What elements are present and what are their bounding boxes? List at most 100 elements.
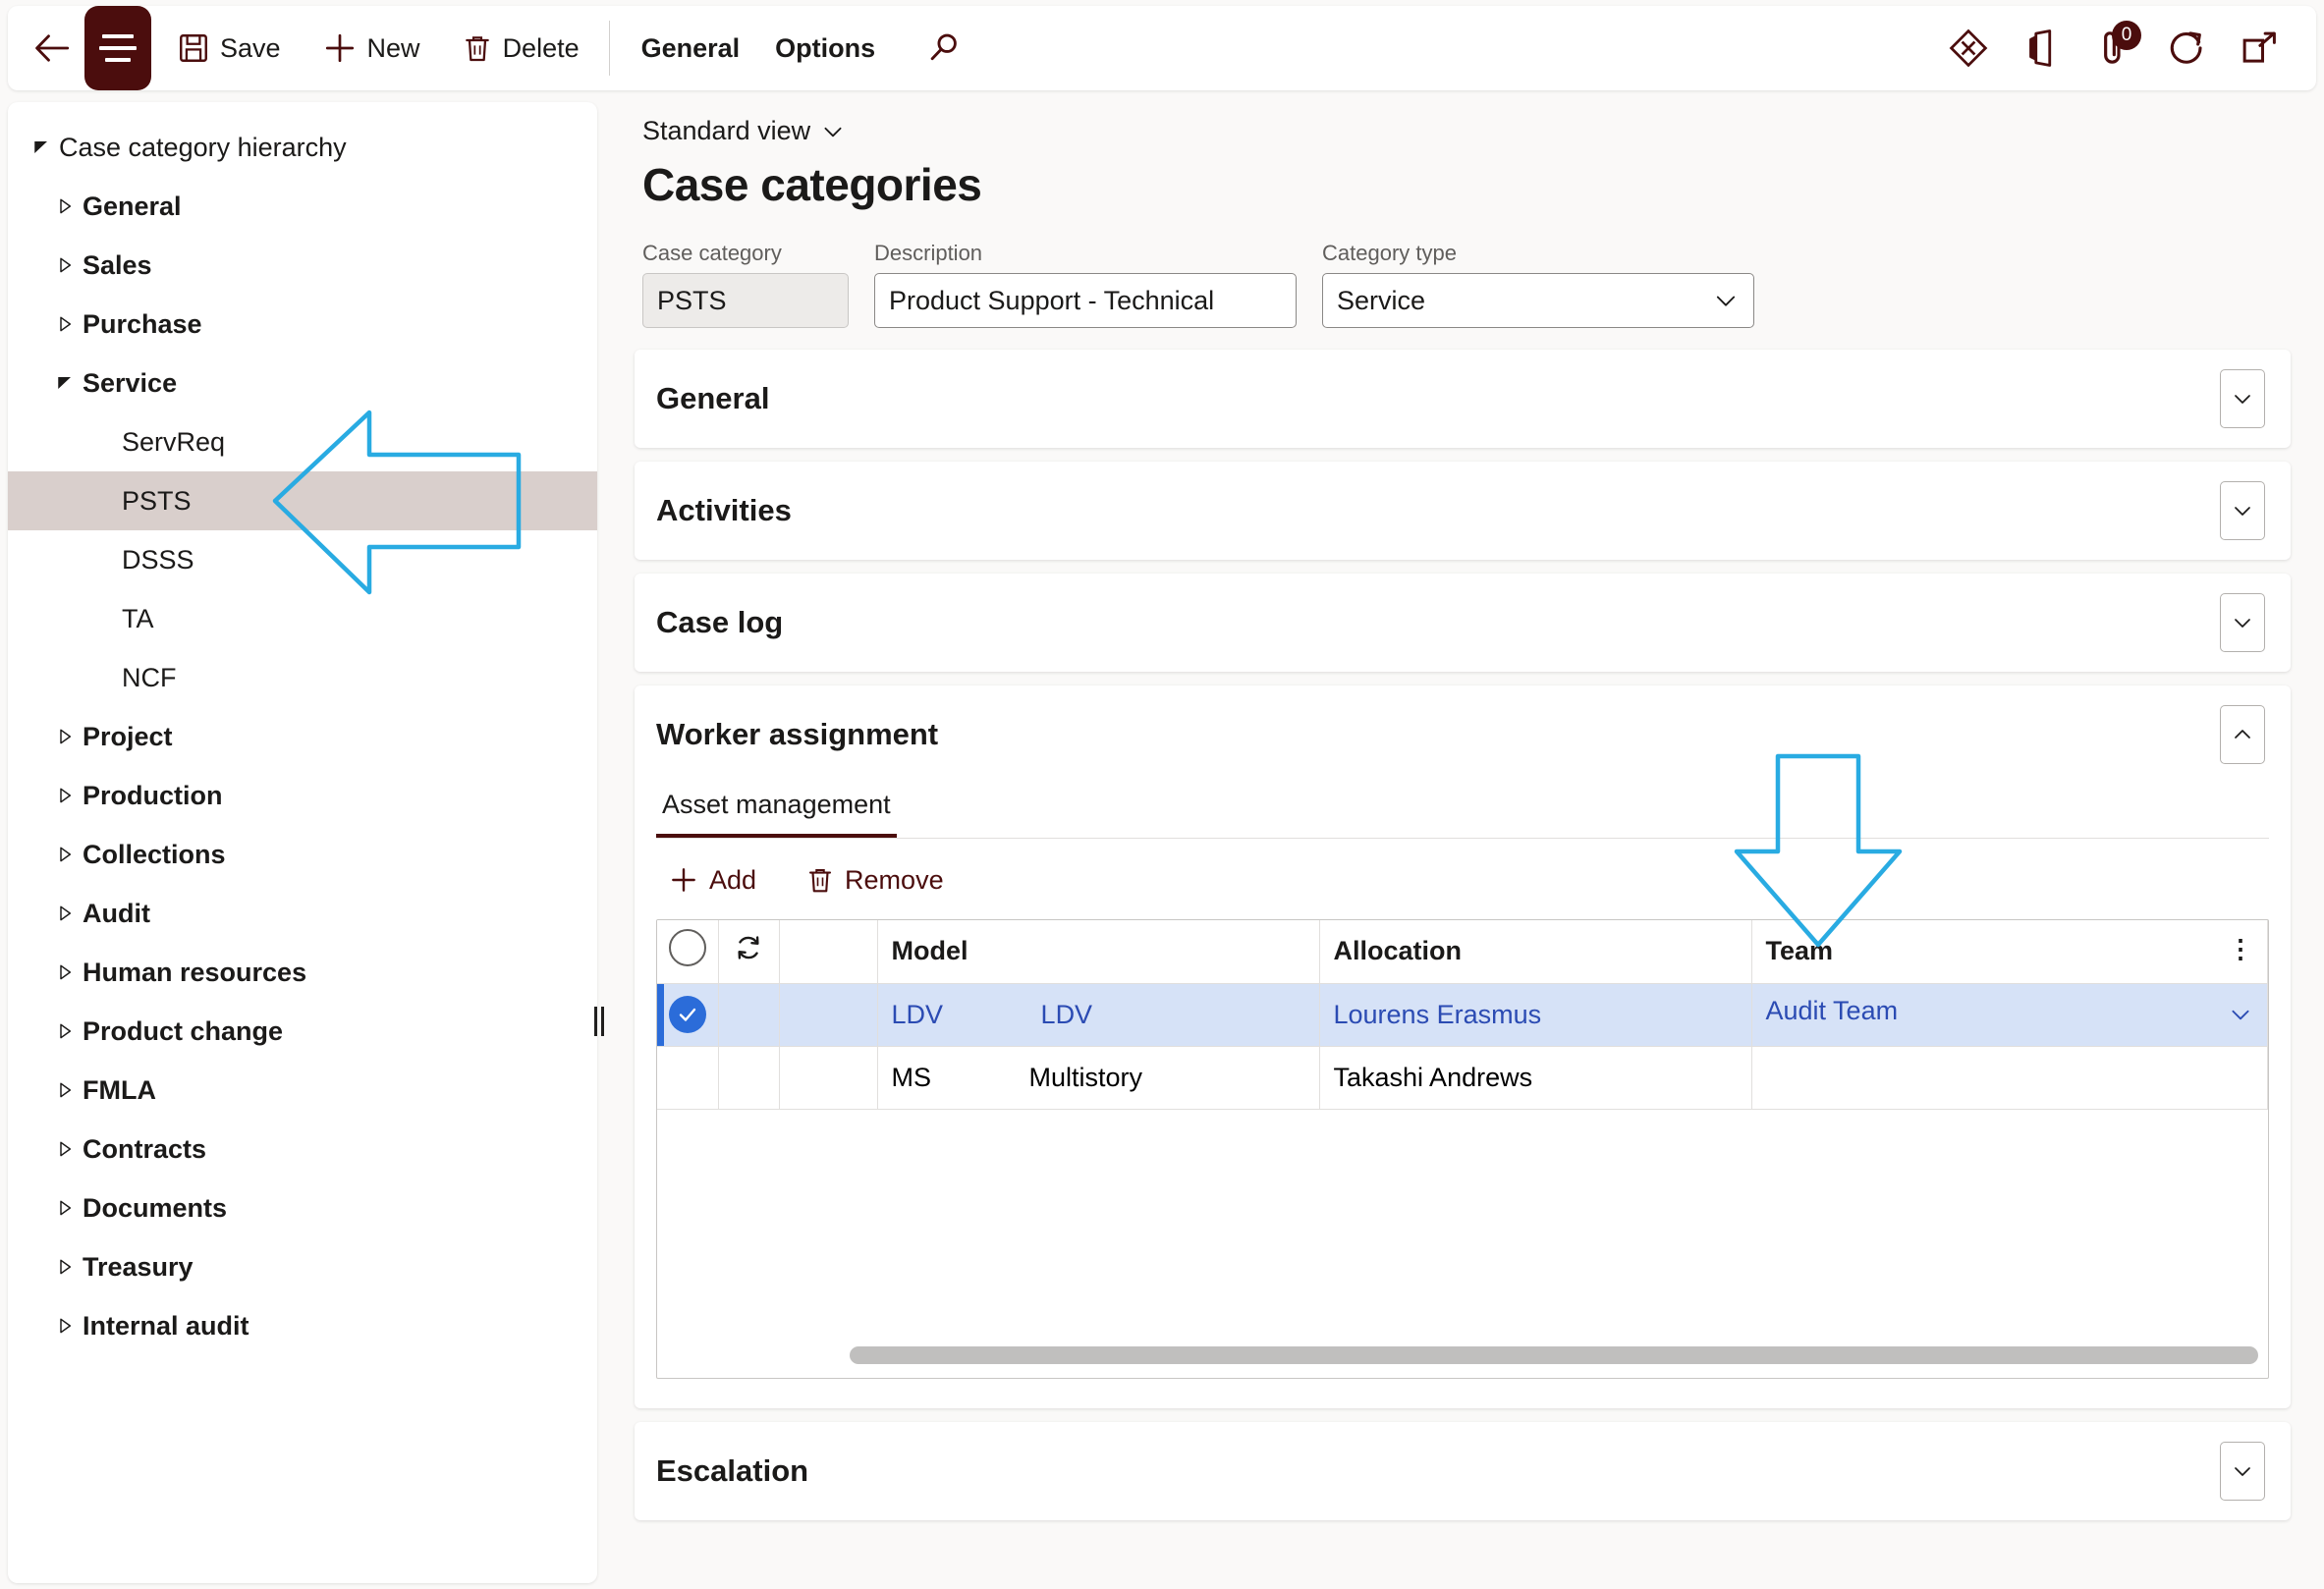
collapsed-triangle-icon[interactable] xyxy=(47,1141,83,1157)
dynamics-icon[interactable] xyxy=(1939,19,1998,78)
sidebar-item-dsss[interactable]: DSSS xyxy=(8,530,597,589)
category-type-select[interactable]: Service xyxy=(1322,273,1754,328)
view-selector[interactable]: Standard view xyxy=(642,116,846,146)
sidebar-item-collections[interactable]: Collections xyxy=(8,825,597,884)
section-case-log-header[interactable]: Case log xyxy=(635,574,2291,672)
sidebar-item-internal-audit[interactable]: Internal audit xyxy=(8,1296,597,1355)
cell-allocation[interactable]: Takashi Andrews xyxy=(1319,1046,1752,1110)
collapsed-triangle-icon[interactable] xyxy=(47,257,83,273)
sidebar-item-contracts[interactable]: Contracts xyxy=(8,1120,597,1178)
sidebar-item-project[interactable]: Project xyxy=(8,707,597,766)
tree-node-root[interactable]: Case category hierarchy xyxy=(8,118,597,177)
cell-team[interactable]: Audit Team xyxy=(1751,983,2268,1047)
column-team[interactable]: Team ⋮ xyxy=(1751,920,2268,984)
collapsed-triangle-icon[interactable] xyxy=(47,847,83,862)
sidebar-item-human-resources[interactable]: Human resources xyxy=(8,943,597,1002)
navigation-menu-button[interactable] xyxy=(84,6,151,90)
remove-label: Remove xyxy=(845,864,944,895)
section-escalation-header[interactable]: Escalation xyxy=(635,1422,2291,1520)
collapsed-triangle-icon[interactable] xyxy=(47,1082,83,1098)
chevron-down-icon[interactable] xyxy=(2220,1442,2265,1501)
table-row[interactable]: MS Multistory Takashi Andrews xyxy=(657,1046,2268,1110)
grid-horizontal-scrollbar[interactable] xyxy=(850,1346,2258,1364)
refresh-icon[interactable] xyxy=(2157,19,2216,78)
sidebar-item-label: Production xyxy=(83,780,223,810)
sidebar-item-servreq[interactable]: ServReq xyxy=(8,412,597,471)
triangle-right-icon xyxy=(60,257,72,273)
attachments-icon[interactable]: 0 xyxy=(2084,19,2143,78)
delete-button[interactable]: Delete xyxy=(446,18,595,79)
grid-options-kebab-icon[interactable]: ⋮ xyxy=(2228,936,2253,961)
sidebar-item-label: Collections xyxy=(83,839,226,869)
triangle-right-icon xyxy=(60,1023,72,1039)
new-button[interactable]: New xyxy=(306,18,436,79)
chevron-down-icon[interactable] xyxy=(2220,481,2265,540)
table-row[interactable]: LDV LDV Lourens Erasmus Audit Team xyxy=(657,983,2268,1047)
chevron-down-icon[interactable] xyxy=(2228,1002,2253,1034)
refresh-circular-arrow-icon xyxy=(2170,31,2202,64)
select-all-circle-icon[interactable] xyxy=(668,929,706,967)
column-row-refresh[interactable] xyxy=(718,920,780,984)
chevron-up-icon[interactable] xyxy=(2220,705,2265,764)
sidebar-item-fmla[interactable]: FMLA xyxy=(8,1061,597,1120)
save-button[interactable]: Save xyxy=(161,18,297,79)
case-category-input[interactable]: PSTS xyxy=(642,273,849,328)
search-button[interactable] xyxy=(914,19,973,78)
chevron-down-icon[interactable] xyxy=(2220,593,2265,652)
add-button[interactable]: Add xyxy=(660,860,764,900)
menu-general[interactable]: General xyxy=(624,18,758,79)
tab-asset-management[interactable]: Asset management xyxy=(656,784,897,838)
case-category-label: Case category xyxy=(642,241,782,265)
open-in-new-icon[interactable] xyxy=(2230,19,2289,78)
worker-assignment-grid: Model Allocation Team ⋮ LDV LDV Lourens … xyxy=(656,919,2269,1379)
cell-model[interactable]: LDV LDV xyxy=(877,983,1320,1047)
sidebar-item-treasury[interactable]: Treasury xyxy=(8,1237,597,1296)
collapsed-triangle-icon[interactable] xyxy=(47,1318,83,1334)
sidebar-item-documents[interactable]: Documents xyxy=(8,1178,597,1237)
back-button[interactable] xyxy=(22,18,83,79)
chevron-down-icon[interactable] xyxy=(2220,369,2265,428)
row-select-checkbox[interactable] xyxy=(657,983,719,1047)
description-input[interactable]: Product Support - Technical xyxy=(874,273,1297,328)
checkmark-icon[interactable] xyxy=(668,996,706,1033)
collapsed-triangle-icon[interactable] xyxy=(47,964,83,980)
column-model[interactable]: Model xyxy=(877,920,1320,984)
collapsed-triangle-icon[interactable] xyxy=(47,316,83,332)
collapsed-triangle-icon[interactable] xyxy=(47,198,83,214)
cell-team[interactable] xyxy=(1751,1046,2268,1110)
triangle-right-icon xyxy=(60,1318,72,1334)
column-allocation[interactable]: Allocation xyxy=(1319,920,1752,984)
sidebar-item-sales[interactable]: Sales xyxy=(8,236,597,295)
office-apps-icon[interactable] xyxy=(2012,19,2071,78)
column-select-all[interactable] xyxy=(657,920,719,984)
collapsed-triangle-icon[interactable] xyxy=(47,1200,83,1216)
sidebar-item-audit[interactable]: Audit xyxy=(8,884,597,943)
collapsed-triangle-icon[interactable] xyxy=(47,729,83,744)
panel-splitter-handle[interactable] xyxy=(593,1002,605,1041)
menu-options[interactable]: Options xyxy=(757,18,893,79)
expanded-triangle-icon[interactable] xyxy=(47,374,83,392)
expanded-triangle-icon[interactable] xyxy=(24,138,59,156)
row-select-checkbox[interactable] xyxy=(657,1046,719,1110)
section-general-header[interactable]: General xyxy=(635,350,2291,448)
remove-button[interactable]: Remove xyxy=(798,861,952,900)
sidebar-item-ncf[interactable]: NCF xyxy=(8,648,597,707)
sidebar-item-psts[interactable]: PSTS xyxy=(8,471,597,530)
cell-allocation[interactable]: Lourens Erasmus xyxy=(1319,983,1752,1047)
section-worker-assignment-header[interactable]: Worker assignment xyxy=(635,685,2291,784)
collapsed-triangle-icon[interactable] xyxy=(47,788,83,803)
sidebar-item-general[interactable]: General xyxy=(8,177,597,236)
sidebar-item-production[interactable]: Production xyxy=(8,766,597,825)
section-activities-header[interactable]: Activities xyxy=(635,462,2291,560)
collapsed-triangle-icon[interactable] xyxy=(47,1023,83,1039)
collapsed-triangle-icon[interactable] xyxy=(47,905,83,921)
sidebar-item-service[interactable]: Service xyxy=(8,354,597,412)
main-content: Standard view Case categories Case categ… xyxy=(609,102,2316,1589)
cell-model-name: Multistory xyxy=(1028,1062,1143,1092)
sidebar-item-product-change[interactable]: Product change xyxy=(8,1002,597,1061)
sidebar-item-purchase[interactable]: Purchase xyxy=(8,295,597,354)
collapsed-triangle-icon[interactable] xyxy=(47,1259,83,1275)
sidebar-item-ta[interactable]: TA xyxy=(8,589,597,648)
cell-model[interactable]: MS Multistory xyxy=(877,1046,1320,1110)
sidebar-item-label: Internal audit xyxy=(83,1310,249,1341)
